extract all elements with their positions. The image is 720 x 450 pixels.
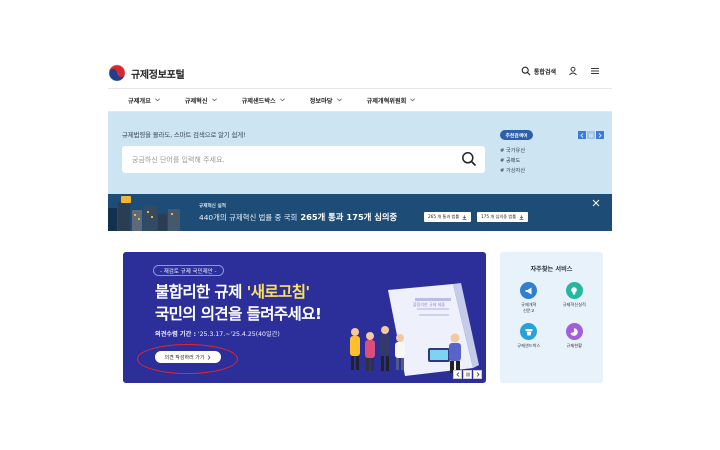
integrated-search-label: 통합검색 (533, 68, 556, 76)
hero-tagline: 규제법령을 몰라도, 스마트 검색으로 알기 쉽게! (122, 131, 246, 139)
banner-pill: - 재검토 규제 국민제안 - (153, 265, 224, 276)
close-icon[interactable] (592, 199, 600, 207)
hashtag-item[interactable]: # 공매도 (500, 156, 525, 166)
hashtag-item[interactable]: # 국가유산 (500, 146, 525, 156)
search-icon[interactable] (461, 151, 477, 167)
write-opinion-button[interactable]: 의견 작성하러 가기 (155, 351, 221, 363)
download-icon (519, 214, 524, 220)
integrated-search-button[interactable]: 통합검색 (521, 66, 556, 76)
nav-item-info[interactable]: 정보마당 (310, 96, 342, 105)
menu-icon[interactable] (590, 66, 600, 76)
search-box (122, 146, 485, 173)
main-nav: 규제개요 규제혁신 규제샌드박스 정보마당 규제개혁위원회 (108, 89, 612, 111)
banner-pager (453, 370, 482, 379)
chevron-right-icon (208, 354, 211, 360)
service-label: 규제혁신실적 (562, 302, 586, 307)
chevron-right-icon (598, 132, 602, 138)
sandbox-icon (520, 323, 538, 340)
user-icon[interactable] (568, 66, 578, 76)
service-label: 규제샌드박스 (517, 343, 541, 348)
nav-item-overview[interactable]: 규제개요 (128, 96, 160, 105)
chevron-right-icon (476, 372, 480, 377)
chart-icon (565, 323, 583, 340)
pause-button[interactable] (587, 131, 595, 139)
stats-passed: 265개 통과 (300, 212, 344, 222)
chevron-down-icon (410, 98, 416, 102)
lightbulb-icon (565, 282, 583, 299)
stats-pending: 175개 심의중 (346, 212, 398, 222)
pause-icon (589, 133, 593, 137)
banner-headline-highlight: '새로고침' (246, 283, 311, 301)
banner-period: 의견수렴 기간 : '25.3.17.~'25.4.25(40일간) (155, 329, 280, 338)
search-icon (521, 66, 531, 76)
city-skyline-illustration (108, 196, 180, 231)
nav-label: 규제혁신 (184, 97, 208, 105)
art-caption: 불합리한 규제 제출 (413, 301, 445, 307)
logo-text: 규제정보포털 (131, 69, 185, 81)
cta-label: 의견 작성하러 가기 (164, 354, 205, 361)
chevron-left-icon (580, 132, 584, 138)
site-logo[interactable]: 규제정보포털 (108, 64, 185, 82)
pause-button[interactable] (463, 370, 472, 379)
hero-pager (578, 131, 604, 139)
chevron-down-icon (154, 98, 160, 102)
nav-item-committee[interactable]: 규제개혁위원회 (367, 96, 416, 105)
stats-subtitle: 규제혁신 실적 (199, 204, 226, 209)
pause-icon (466, 372, 469, 377)
nav-label: 규제샌드박스 (241, 97, 276, 105)
nav-item-sandbox[interactable]: 규제샌드박스 (242, 96, 285, 105)
promo-banner[interactable]: - 재검토 규제 국민제안 - 불합리한 규제 '새로고침' 국민의 의견을 들… (123, 252, 486, 383)
service-label: 규제개혁 신문고 (521, 302, 537, 313)
nav-label: 규제개혁위원회 (366, 97, 407, 105)
service-label: 규제현황 (566, 343, 582, 348)
page: 규제정보포털 통합검색 규제개요 규제혁신 규제샌드박스 정보마당 규제개혁위원… (0, 0, 720, 450)
services-title: 자주찾는 서비스 (530, 266, 573, 273)
service-item-shinmungo[interactable]: 규제개혁 신문고 (506, 282, 552, 313)
innovation-stats-banner: 규제혁신 실적 440개의 규제혁신 법률 중 국회 265개 통과 175개 … (108, 194, 612, 231)
hashtag-item[interactable]: # 가상자산 (500, 166, 525, 176)
chevron-down-icon (336, 98, 342, 102)
pending-laws-label: 175 개 심의중 법률 (481, 214, 517, 219)
chevron-down-icon (211, 98, 217, 102)
header-actions: 통합검색 (521, 66, 600, 76)
banner-headline-1: 불합리한 규제 '새로고침' (155, 280, 310, 302)
chevron-left-icon (455, 372, 459, 377)
stats-prefix: 440개의 규제혁신 법률 중 국회 (199, 213, 298, 222)
search-hero: 규제법령을 몰라도, 스마트 검색으로 알기 쉽게! 추천검색어 # 국가유산 … (108, 112, 612, 194)
recommended-keywords-badge: 추천검색어 (500, 130, 533, 140)
frequent-services-panel: 자주찾는 서비스 규제개혁 신문고 규제혁신실적 규제샌드박스 규제현황 (500, 252, 603, 383)
service-item-sandbox[interactable]: 규제샌드박스 (506, 323, 552, 349)
nav-item-innovation[interactable]: 규제혁신 (185, 96, 217, 105)
service-item-innovation-results[interactable]: 규제혁신실적 (552, 282, 598, 313)
prev-button[interactable] (578, 131, 586, 139)
period-value: '25.3.17.~'25.4.25(40일간) (195, 331, 280, 338)
banner-headline-2: 국민의 의견을 들려주세요! (155, 305, 322, 323)
services-grid: 규제개혁 신문고 규제혁신실적 규제샌드박스 규제현황 (506, 282, 597, 349)
stats-summary: 440개의 규제혁신 법률 중 국회 265개 통과 175개 심의중 (199, 211, 397, 223)
nav-label: 정보마당 (309, 97, 333, 105)
next-button[interactable] (596, 131, 604, 139)
search-input[interactable] (132, 152, 432, 167)
download-icon (462, 214, 467, 220)
megaphone-icon (520, 282, 538, 299)
service-item-status[interactable]: 규제현황 (552, 323, 598, 349)
passed-laws-download-button[interactable]: 265 개 통과 법률 (424, 212, 472, 222)
nav-label: 규제개요 (128, 97, 151, 105)
period-label: 의견수렴 기간 : (155, 331, 196, 338)
next-button[interactable] (473, 370, 482, 379)
banner-headline-pre: 불합리한 규제 (155, 283, 247, 301)
passed-laws-label: 265 개 통과 법률 (428, 214, 460, 219)
taegeuk-logo-icon (108, 64, 126, 82)
header: 규제정보포털 통합검색 (108, 58, 612, 88)
citizens-illustration: 불합리한 규제 제출 (350, 283, 479, 376)
hashtag-list: # 국가유산 # 공매도 # 가상자산 (500, 146, 525, 176)
prev-button[interactable] (453, 370, 462, 379)
pending-laws-download-button[interactable]: 175 개 심의중 법률 (477, 212, 529, 222)
chevron-down-icon (279, 98, 285, 102)
